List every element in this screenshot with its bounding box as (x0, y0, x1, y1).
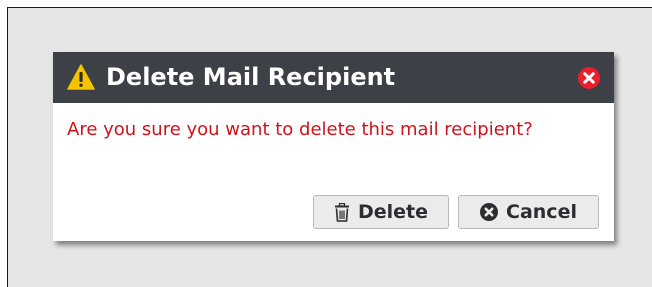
cancel-icon (480, 203, 499, 221)
warning-icon (67, 64, 95, 90)
dialog-header: Delete Mail Recipient (53, 52, 614, 103)
dialog-title: Delete Mail Recipient (106, 63, 396, 91)
close-icon[interactable] (578, 67, 600, 89)
dialog-message: Are you sure you want to delete this mai… (67, 119, 533, 140)
page-background: Delete Mail Recipient Are you sure you w… (7, 7, 652, 287)
delete-dialog: Delete Mail Recipient Are you sure you w… (53, 52, 614, 241)
cancel-button[interactable]: Cancel (458, 195, 599, 229)
delete-button[interactable]: Delete (313, 195, 449, 229)
trash-icon (334, 202, 350, 222)
cancel-button-label: Cancel (506, 201, 577, 223)
delete-button-label: Delete (357, 201, 429, 223)
